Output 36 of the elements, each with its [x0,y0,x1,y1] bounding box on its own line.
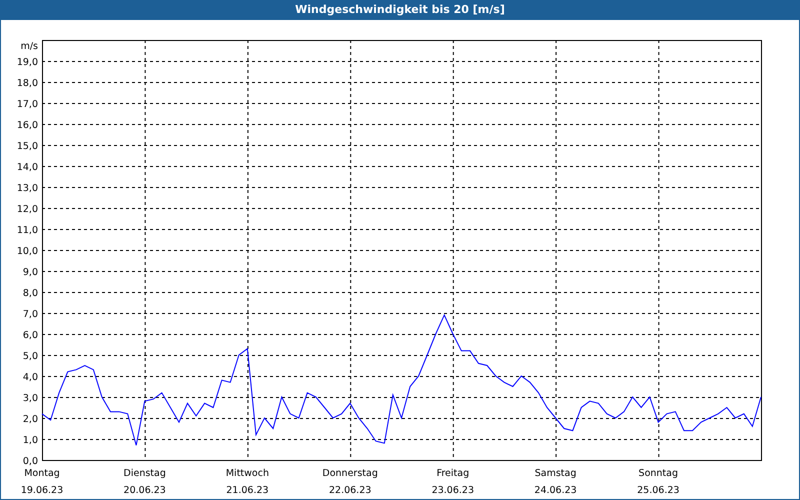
y-tick-label: 7,0 [22,309,38,320]
y-tick-label: 8,0 [22,288,38,299]
y-tick-label: 4,0 [22,372,38,383]
y-tick-label: 16,0 [16,120,38,131]
y-tick-label: 10,0 [16,246,38,257]
window-title: Windgeschwindigkeit bis 20 [m/s] [1,0,799,20]
y-tick-label: 19,0 [16,57,38,68]
y-axis-unit: m/s [20,41,38,52]
day-label: Montag [24,468,60,479]
y-tick-label: 0,0 [22,456,38,467]
y-tick-label: 3,0 [22,393,38,404]
day-label: Samstag [534,468,576,479]
day-label: Dienstag [124,468,166,479]
date-label: 19.06.23 [20,485,64,496]
y-tick-label: 12,0 [16,204,38,215]
y-tick-label: 2,0 [22,414,38,425]
date-label: 25.06.23 [637,485,680,496]
y-tick-label: 17,0 [16,99,38,110]
day-label: Mittwoch [226,468,269,479]
y-tick-label: 18,0 [16,78,38,89]
y-tick-label: 5,0 [22,351,38,362]
date-label: 21.06.23 [226,485,269,496]
y-tick-label: 15,0 [16,141,38,152]
y-tick-label: 6,0 [22,330,38,341]
y-tick-label: 11,0 [16,225,38,236]
day-label: Sonntag [638,468,678,479]
day-label: Freitag [436,468,470,479]
day-label: Donnerstag [322,468,378,479]
y-tick-label: 14,0 [16,162,38,173]
date-label: 23.06.23 [432,485,474,496]
y-tick-label: 9,0 [22,267,38,278]
date-label: 24.06.23 [534,485,577,496]
date-label: 20.06.23 [124,485,166,496]
y-tick-label: 13,0 [16,183,38,194]
y-tick-label: 1,0 [22,435,38,446]
date-label: 22.06.23 [328,485,372,496]
